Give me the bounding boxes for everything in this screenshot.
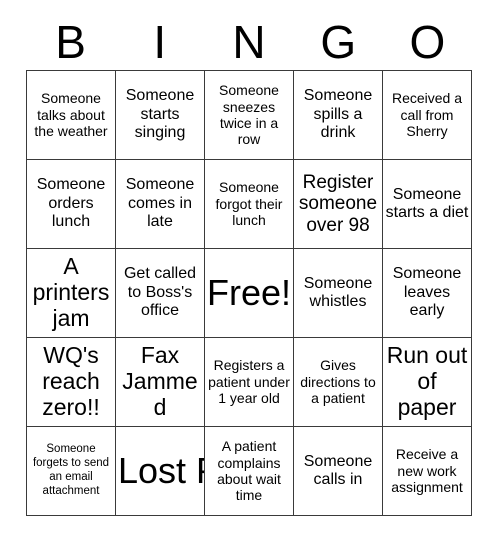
- bingo-cell-r4c5[interactable]: Run out of paper: [383, 338, 472, 427]
- bingo-cell-r4c3[interactable]: Registers a patient under 1 year old: [205, 338, 294, 427]
- bingo-cell-r4c4[interactable]: Gives directions to a patient: [294, 338, 383, 427]
- bingo-header-letter-g: G: [320, 16, 357, 68]
- bingo-cell-r1c4[interactable]: Someone spills a drink: [294, 71, 383, 160]
- bingo-cell-r5c1[interactable]: Someone forgets to send an email attachm…: [27, 427, 116, 516]
- bingo-cell-text: Lost Pen: [118, 450, 204, 492]
- bingo-cell-r3c2[interactable]: Get called to Boss's office: [116, 249, 205, 338]
- bingo-cell-r1c1[interactable]: Someone talks about the weather: [27, 71, 116, 160]
- bingo-header-letter-b: B: [55, 16, 86, 68]
- bingo-cell-text: Someone orders lunch: [36, 176, 106, 231]
- bingo-cell-text: Someone comes in late: [125, 176, 195, 231]
- bingo-header-letter-n: N: [232, 16, 266, 68]
- bingo-cell-r1c3[interactable]: Someone sneezes twice in a row: [205, 71, 294, 160]
- bingo-cell-text: Someone whistles: [303, 274, 373, 310]
- bingo-header-row: B I N G O: [26, 14, 472, 70]
- bingo-cell-r5c5[interactable]: Receive a new work assignment: [383, 427, 472, 516]
- bingo-cell-text: Free!: [207, 272, 292, 314]
- bingo-cell-r3c4[interactable]: Someone whistles: [294, 249, 383, 338]
- bingo-cell-r2c1[interactable]: Someone orders lunch: [27, 160, 116, 249]
- bingo-cell-r2c5[interactable]: Someone starts a diet: [383, 160, 472, 249]
- bingo-cell-text: Someone talks about the weather: [34, 90, 108, 140]
- bingo-cell-text: Run out of paper: [386, 342, 468, 420]
- bingo-cell-text: Someone sneezes twice in a row: [219, 82, 279, 148]
- bingo-cell-r2c2[interactable]: Someone comes in late: [116, 160, 205, 249]
- bingo-cell-text: Registers a patient under 1 year old: [208, 357, 290, 407]
- bingo-cell-r2c3[interactable]: Someone forgot their lunch: [205, 160, 294, 249]
- bingo-cell-r1c5[interactable]: Received a call from Sherry: [383, 71, 472, 160]
- bingo-cell-text: Get called to Boss's office: [123, 265, 197, 320]
- bingo-cell-text: Gives directions to a patient: [300, 357, 376, 407]
- bingo-cell-r5c2[interactable]: Lost Pen: [116, 427, 205, 516]
- bingo-cell-text: A printers jam: [32, 253, 110, 331]
- bingo-cell-text: WQ's reach zero!!: [42, 342, 100, 420]
- bingo-cell-free[interactable]: Free!: [205, 249, 294, 338]
- bingo-cell-r3c1[interactable]: A printers jam: [27, 249, 116, 338]
- bingo-cell-text: Fax Jammed: [122, 342, 198, 420]
- bingo-cell-text: A patient complains about wait time: [217, 438, 281, 504]
- bingo-cell-text: Received a call from Sherry: [391, 90, 463, 140]
- bingo-cell-text: Someone calls in: [303, 452, 373, 488]
- bingo-cell-text: Someone leaves early: [392, 265, 462, 320]
- bingo-cell-r4c1[interactable]: WQ's reach zero!!: [27, 338, 116, 427]
- bingo-cell-r5c4[interactable]: Someone calls in: [294, 427, 383, 516]
- bingo-header-letter-o: O: [409, 16, 446, 68]
- bingo-cell-text: Someone forgot their lunch: [215, 179, 283, 229]
- bingo-cell-text: Someone forgets to send an email attachm…: [32, 443, 110, 497]
- bingo-header-letter-i: I: [153, 16, 167, 68]
- bingo-cell-r3c5[interactable]: Someone leaves early: [383, 249, 472, 338]
- bingo-card: B I N G O Someone talks about the weathe…: [0, 0, 500, 544]
- bingo-cell-r2c4[interactable]: Register someone over 98: [294, 160, 383, 249]
- bingo-cell-r4c2[interactable]: Fax Jammed: [116, 338, 205, 427]
- bingo-cell-text: Someone starts a diet: [385, 185, 469, 221]
- bingo-cell-text: Someone starts singing: [125, 87, 195, 142]
- bingo-cell-text: Someone spills a drink: [303, 87, 373, 142]
- bingo-grid: Someone talks about the weather Someone …: [26, 70, 472, 516]
- bingo-cell-r1c2[interactable]: Someone starts singing: [116, 71, 205, 160]
- bingo-cell-text: Register someone over 98: [298, 171, 378, 236]
- bingo-cell-r5c3[interactable]: A patient complains about wait time: [205, 427, 294, 516]
- bingo-cell-text: Receive a new work assignment: [391, 446, 463, 496]
